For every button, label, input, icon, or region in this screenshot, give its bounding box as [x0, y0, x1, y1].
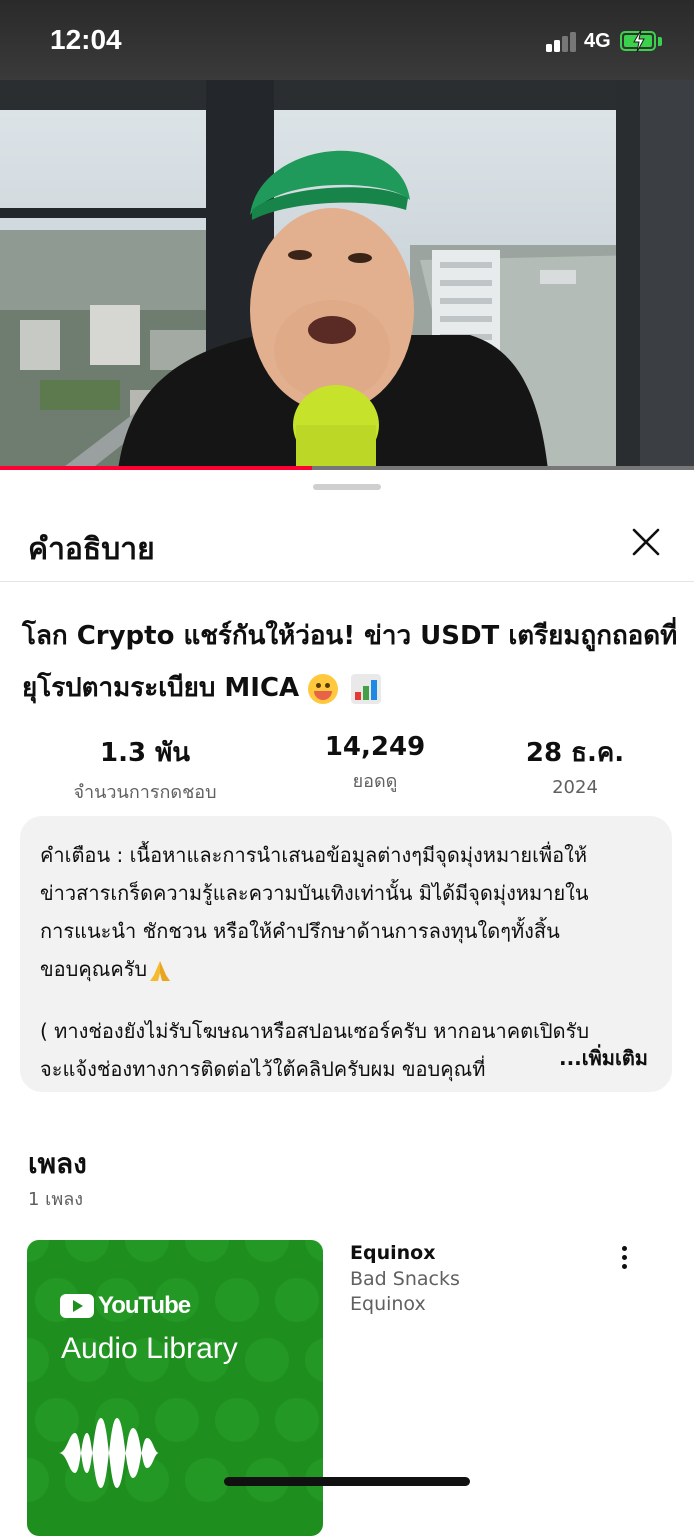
track-artist: Bad Snacks — [350, 1268, 460, 1290]
video-title-text: โลก Crypto แชร์กันให้ว่อน! ข่าว USDT เตร… — [22, 621, 678, 703]
track-album: Equinox — [350, 1293, 426, 1315]
video-frame — [0, 80, 694, 470]
description-line: การแนะนำ ชักชวน หรือให้คำปรึกษาด้านการลง… — [40, 919, 560, 943]
description-line: คำเตือน : เนื้อหาและการนำเสนอข้อมูลต่างๆ… — [40, 843, 588, 867]
description-line: ขอบคุณครับ — [40, 957, 148, 981]
signal-bars-icon — [546, 30, 578, 52]
date-stat: 28 ธ.ค. 2024 — [500, 732, 650, 798]
battery-cap — [658, 37, 662, 46]
youtube-logo: YouTube — [60, 1292, 191, 1320]
home-indicator[interactable] — [224, 1477, 470, 1486]
album-art[interactable]: YouTube Audio Library — [27, 1240, 323, 1536]
youtube-play-icon — [60, 1294, 94, 1318]
likes-label: จำนวนการกดชอบ — [73, 782, 217, 803]
close-icon[interactable] — [626, 522, 666, 562]
description-sheet: คำอธิบาย โลก Crypto แชร์กันให้ว่อน! ข่าว… — [0, 470, 694, 1536]
description-line-thanks: ขอบคุณครับ — [40, 950, 652, 988]
video-player[interactable] — [0, 80, 694, 470]
youtube-wordmark: YouTube — [98, 1292, 191, 1319]
folded-hands-emoji-icon — [150, 960, 171, 981]
music-heading: เพลง — [28, 1147, 87, 1180]
album-art-title: Audio Library — [61, 1332, 238, 1365]
sheet-title: คำอธิบาย — [28, 532, 155, 567]
network-type: 4G — [584, 30, 611, 52]
status-bar: 12:04 4G — [0, 0, 694, 80]
date-value: 28 ธ.ค. — [525, 738, 625, 768]
likes-value: 1.3 พัน — [99, 738, 191, 768]
views-value: 14,249 — [324, 732, 426, 762]
year-label: 2024 — [552, 777, 598, 798]
video-stats: 1.3 พัน จำนวนการกดชอบ 14,249 ยอดดู 28 ธ.… — [0, 732, 694, 803]
views-label: ยอดดู — [352, 771, 398, 792]
drag-handle[interactable] — [313, 484, 381, 490]
battery-charging-icon — [620, 29, 656, 53]
likes-stat: 1.3 พัน จำนวนการกดชอบ — [60, 732, 230, 806]
flushed-face-emoji-icon — [308, 673, 339, 704]
more-options-icon[interactable] — [612, 1244, 636, 1274]
video-title: โลก Crypto แชร์กันให้ว่อน! ข่าว USDT เตร… — [22, 610, 678, 714]
status-time: 12:04 — [50, 24, 122, 55]
track-title[interactable]: Equinox — [350, 1242, 435, 1264]
divider — [0, 581, 694, 582]
views-stat: 14,249 ยอดดู — [300, 732, 450, 795]
audio-wave-icon — [59, 1418, 159, 1488]
description-line: ข่าวสารเกร็ดความรู้และความบันเทิงเท่านั้… — [40, 881, 589, 905]
show-more-link[interactable]: ...เพิ่มเติม — [518, 1042, 648, 1074]
music-count: 1 เพลง — [28, 1189, 84, 1210]
bar-chart-emoji-icon — [351, 673, 382, 704]
description-box[interactable]: คำเตือน : เนื้อหาและการนำเสนอข้อมูลต่างๆ… — [20, 816, 672, 1092]
